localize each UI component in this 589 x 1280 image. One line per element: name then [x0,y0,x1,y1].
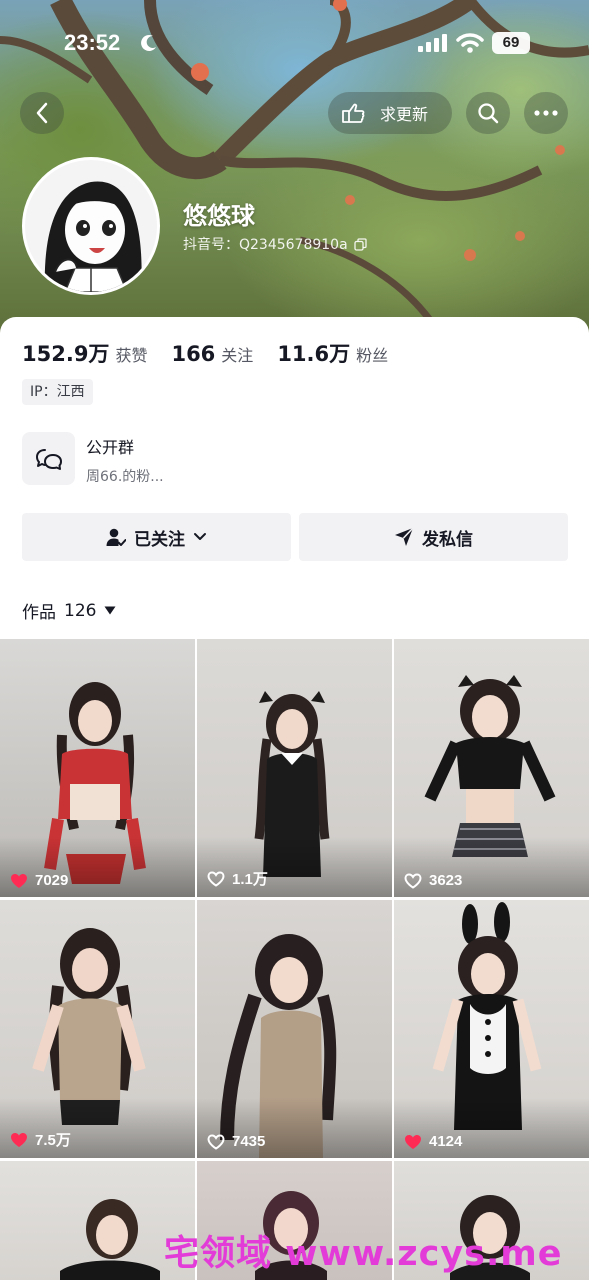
chevron-down-icon [194,533,206,540]
profile-card: 152.9万 获赞 166 关注 11.6万 粉丝 IP：江西 公开群 周66.… [0,317,589,1280]
more-button[interactable] [524,92,568,134]
like-count-text: 3623 [429,872,463,889]
avatar[interactable] [22,157,160,295]
watermark-text: 宅领域 www.zcys.me [164,1234,563,1274]
request-update-label: 求更新 [380,105,429,124]
back-button[interactable] [20,92,64,134]
search-icon [478,103,499,124]
status-time: 23:52 [64,30,121,55]
followed-button[interactable]: 已关注 [22,513,291,561]
caret-down-icon [104,606,116,615]
like-count: 7029 [10,872,68,889]
stat-likes[interactable]: 152.9万 获赞 [22,338,147,368]
send-message-label: 发私信 [422,529,473,550]
heart-filled-icon [11,1132,27,1147]
wifi-icon [456,33,484,53]
video-thumbnail[interactable]: 4124 [394,900,589,1158]
request-update-button[interactable]: 求更新 [328,92,452,134]
more-dots-icon [534,110,558,116]
nickname: 悠悠球 [183,202,255,230]
stat-followers[interactable]: 11.6万 粉丝 [277,338,388,368]
heart-outline-icon [404,872,422,889]
works-tab-label: 作品 [22,603,56,623]
profile-stats: 152.9万 获赞 166 关注 11.6万 粉丝 [22,338,412,368]
like-count-text: 7.5万 [35,1132,71,1149]
moon-icon [141,34,156,51]
like-count: 7435 [207,1133,265,1150]
copy-icon[interactable] [354,237,367,251]
stat-following-value: 166 [171,342,216,366]
chevron-left-icon [36,102,48,124]
like-count-text: 7435 [232,1133,266,1150]
stat-following-label: 关注 [221,346,254,365]
user-check-icon [106,528,126,546]
like-count: 7.5万 [10,1129,71,1150]
stat-likes-label: 获赞 [115,346,148,365]
video-thumbnail[interactable]: 7435 [197,900,392,1158]
group-title: 公开群 [86,438,135,457]
ip-location-tag: IP：江西 [22,379,93,405]
video-thumbnail[interactable]: 7029 [0,639,195,897]
profile-cover: 23:52 69 求更新 悠悠球 抖音号：Q2345678910a [0,0,589,340]
stat-followers-value: 11.6万 [277,342,351,366]
douyin-id[interactable]: 抖音号：Q2345678910a [183,234,367,254]
stat-followers-label: 粉丝 [356,346,389,365]
fan-group-entry[interactable]: 公开群 周66.的粉... [22,432,164,486]
avatar-illustration [25,160,157,292]
heart-filled-icon [405,1134,421,1149]
group-icon-box [22,432,75,485]
video-thumbnail[interactable]: 1.1万 [197,639,392,897]
followed-label: 已关注 [134,529,185,550]
group-chat-icon [35,448,62,470]
douyin-id-text: 抖音号：Q2345678910a [183,237,348,253]
like-count: 1.1万 [207,868,268,889]
like-count-text: 1.1万 [232,871,268,888]
video-thumbnail[interactable]: 7.5万 [0,900,195,1158]
like-count-text: 4124 [429,1133,463,1150]
battery-indicator: 69 [492,32,530,54]
works-count: 126 [64,600,97,621]
send-message-button[interactable]: 发私信 [299,513,568,561]
heart-outline-icon [207,870,225,887]
like-count: 4124 [404,1133,462,1150]
group-subtitle: 周66.的粉... [86,469,164,485]
heart-outline-icon [207,1133,225,1150]
like-count-text: 7029 [35,872,69,889]
send-icon [395,527,414,546]
stat-following[interactable]: 166 关注 [171,342,253,366]
stat-likes-value: 152.9万 [22,342,110,366]
search-button[interactable] [466,92,510,134]
signal-icon [418,34,447,52]
heart-filled-icon [11,873,27,888]
pointing-hand-icon [342,103,365,123]
like-count: 3623 [404,872,462,889]
works-tab[interactable]: 作品 126 [22,598,116,623]
video-thumbnail[interactable]: 3623 [394,639,589,897]
status-bar: 23:52 69 [0,28,589,58]
